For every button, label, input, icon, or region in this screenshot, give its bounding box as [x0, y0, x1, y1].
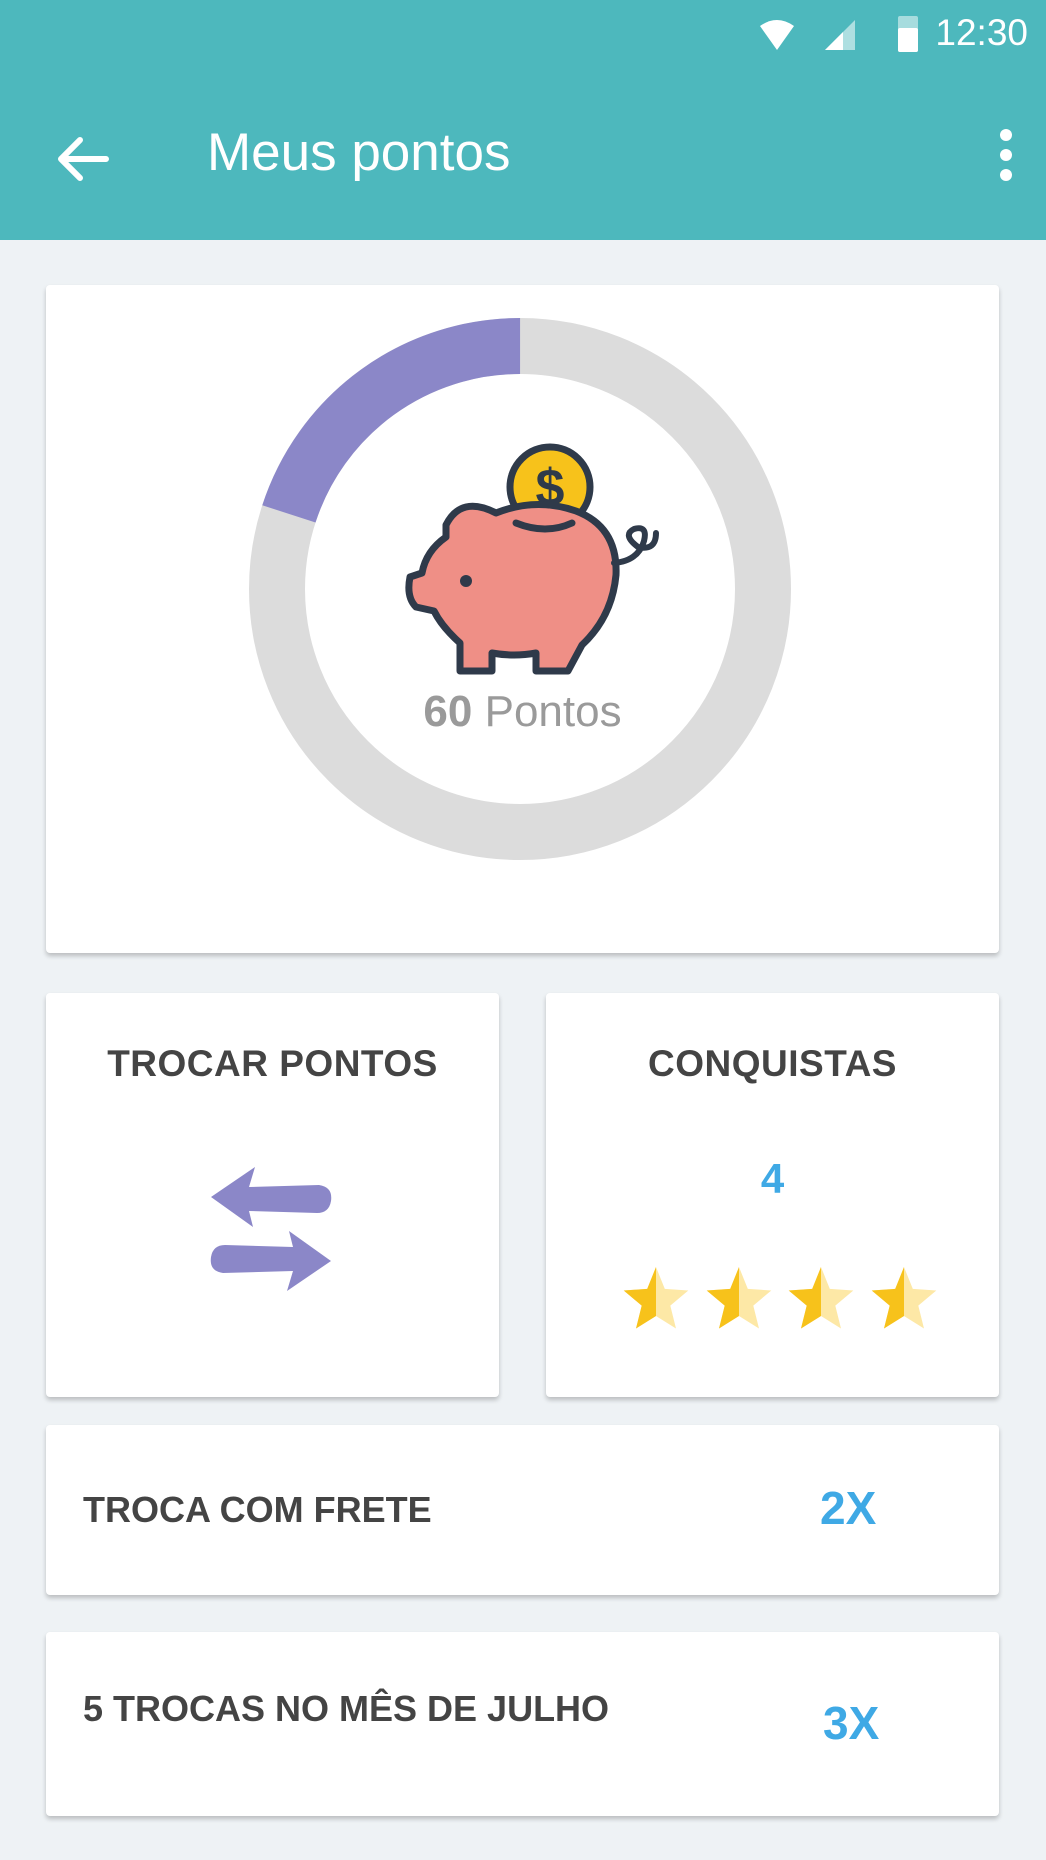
wifi-icon: [760, 20, 794, 50]
achievements-count: 4: [760, 1155, 785, 1202]
points-value: 60: [423, 687, 473, 736]
points-unit: Pontos: [484, 687, 622, 736]
star-icon: [871, 1267, 937, 1329]
achievements-card[interactable]: CONQUISTAS 4: [546, 993, 999, 1397]
bonus-row-label: 5 TROCAS NO MÊS DE JULHO: [83, 1688, 610, 1729]
bonus-row-value: 3X: [823, 1697, 880, 1749]
swap-arrows-icon: [210, 1167, 332, 1291]
points-label: 60 Pontos: [46, 687, 999, 737]
status-icons: [760, 16, 918, 52]
piggy-bank-icon: $: [405, 443, 659, 675]
star-icon: [789, 1267, 854, 1329]
bonus-row-label: TROCA COM FRETE: [83, 1489, 432, 1530]
more-vert-icon: [1000, 129, 1012, 181]
star-icon: [623, 1267, 689, 1329]
bonus-row-free-shipping[interactable]: TROCA COM FRETE 2X: [46, 1425, 999, 1595]
arrow-left-icon: [58, 137, 109, 181]
exchange-points-title: TROCAR PONTOS: [107, 1043, 438, 1084]
app-bar: 12:30 Meus pontos: [0, 0, 1046, 240]
status-time: 12:30: [935, 12, 1028, 53]
achievements-title: CONQUISTAS: [648, 1043, 897, 1084]
points-card: $ 60 Pontos: [46, 285, 999, 953]
star-icon: [706, 1267, 771, 1329]
bonus-row-value: 2X: [820, 1482, 877, 1534]
points-progress-ring: $: [249, 318, 791, 860]
achievement-stars: [620, 1263, 940, 1335]
page-title: Meus pontos: [207, 123, 511, 182]
exchange-points-card[interactable]: TROCAR PONTOS: [46, 993, 499, 1397]
back-button[interactable]: [50, 126, 116, 192]
more-options-button[interactable]: [986, 128, 1026, 182]
bonus-row-july-exchanges[interactable]: 5 TROCAS NO MÊS DE JULHO 3X: [46, 1632, 999, 1816]
